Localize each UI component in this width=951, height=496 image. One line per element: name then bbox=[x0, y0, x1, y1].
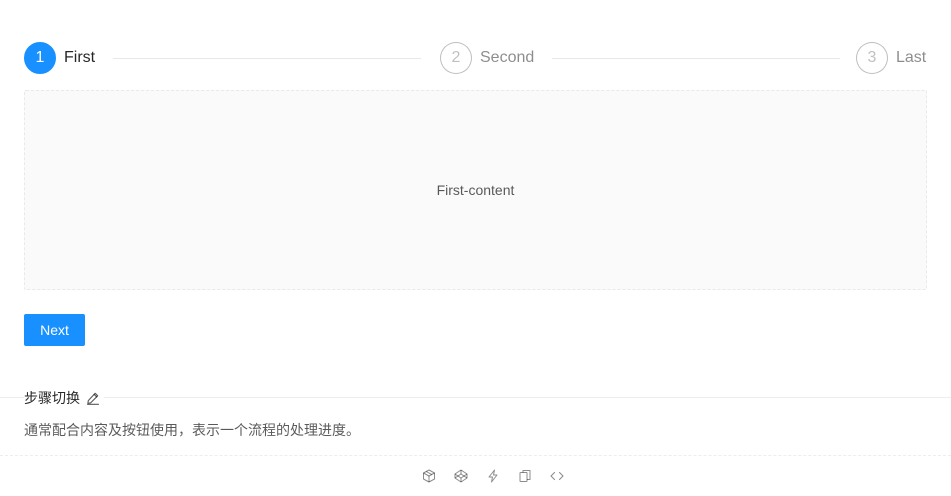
edit-icon[interactable] bbox=[86, 391, 100, 405]
code-expand-icon[interactable] bbox=[549, 468, 565, 484]
step-number-icon: 3 bbox=[856, 42, 888, 74]
demo-divider bbox=[0, 397, 951, 398]
step-second: 2 Second bbox=[440, 42, 534, 74]
step-title: Second bbox=[480, 49, 535, 66]
step-title: First bbox=[64, 49, 96, 66]
code-box-actions bbox=[421, 467, 565, 485]
codesandbox-icon[interactable] bbox=[421, 468, 437, 484]
demo-title: 步骤切换 bbox=[24, 388, 104, 408]
steps-content-text: First-content bbox=[436, 182, 515, 198]
thunderbolt-icon[interactable] bbox=[485, 468, 501, 484]
steps-content: First-content bbox=[24, 90, 927, 290]
actions-divider bbox=[0, 455, 951, 456]
step-last: 3 Last bbox=[856, 42, 926, 74]
codepen-icon[interactable] bbox=[453, 468, 469, 484]
demo-description: 通常配合内容及按钮使用，表示一个流程的处理进度。 bbox=[24, 422, 360, 438]
next-button[interactable]: Next bbox=[24, 314, 85, 346]
step-first: 1 First bbox=[24, 42, 95, 74]
step-connector bbox=[113, 58, 421, 59]
step-connector bbox=[552, 58, 840, 59]
demo-title-text: 步骤切换 bbox=[24, 390, 80, 406]
step-number-icon: 2 bbox=[440, 42, 472, 74]
steps: 1 First 2 Second 3 Last bbox=[24, 42, 927, 74]
step-number-icon: 1 bbox=[24, 42, 56, 74]
copy-icon[interactable] bbox=[517, 468, 533, 484]
step-title: Last bbox=[896, 49, 927, 66]
